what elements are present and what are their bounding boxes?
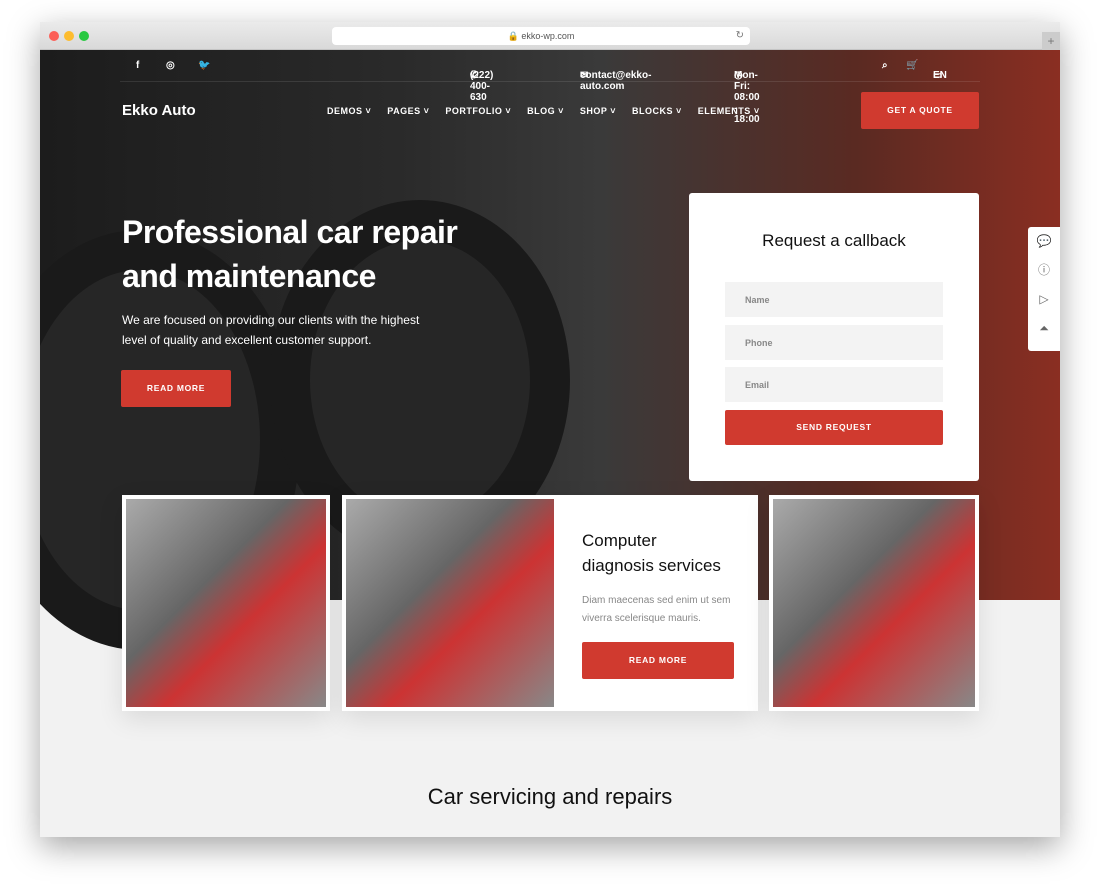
search-icon[interactable]: ⌕	[882, 60, 888, 71]
send-request-button[interactable]: SEND REQUEST	[725, 410, 943, 445]
address-bar[interactable]: 🔒 ekko-wp.com ↻	[332, 27, 750, 45]
name-input[interactable]: Name	[725, 282, 943, 317]
url-text: ekko-wp.com	[521, 31, 575, 41]
new-tab-button[interactable]: +	[1042, 32, 1060, 50]
wheel-alignment-image	[773, 499, 975, 707]
reload-icon[interactable]: ↻	[736, 27, 744, 45]
logo[interactable]: Ekko Auto	[122, 102, 196, 119]
nav-elements[interactable]: ELEMENTS ˅	[698, 106, 760, 116]
flask-icon[interactable]: ⏶	[1028, 314, 1060, 343]
facebook-icon[interactable]: f	[136, 60, 139, 71]
instagram-icon[interactable]: ◎	[166, 60, 175, 71]
language-label: EN	[933, 70, 947, 81]
nav-blocks[interactable]: BLOCKS ˅	[632, 106, 682, 116]
feature-title: Computer diagnosis services	[582, 531, 721, 575]
browser-window: 🔒 ekko-wp.com ↻ + f ◎ 🐦 ✆ (222) 400-630 ✉…	[40, 22, 1060, 837]
mechanic-image	[126, 499, 326, 707]
get-a-quote-button[interactable]: GET A QUOTE	[861, 92, 979, 129]
minimize-window-button[interactable]	[64, 31, 74, 41]
phone-input[interactable]: Phone	[725, 325, 943, 360]
info-icon[interactable]: ⓘ	[1028, 256, 1060, 285]
play-icon[interactable]: ▷	[1028, 285, 1060, 314]
zoom-window-button[interactable]	[79, 31, 89, 41]
main-nav: DEMOS ˅ PAGES ˅ PORTFOLIO ˅ BLOG ˅ SHOP …	[327, 106, 760, 116]
mechanic-laptop-image	[346, 499, 554, 707]
phone-number[interactable]: (222) 400-630	[470, 70, 493, 103]
chat-icon[interactable]: 💬	[1028, 227, 1060, 256]
nav-pages[interactable]: PAGES ˅	[387, 106, 429, 116]
side-toolbar: 💬 ⓘ ▷ ⏶	[1028, 227, 1060, 351]
nav-portfolio[interactable]: PORTFOLIO ˅	[445, 106, 511, 116]
browser-toolbar: 🔒 ekko-wp.com ↻ +	[40, 22, 1060, 50]
nav-demos[interactable]: DEMOS ˅	[327, 106, 371, 116]
hero-subtitle: We are focused on providing our clients …	[122, 313, 420, 347]
service-card-1[interactable]	[122, 495, 330, 711]
top-bar: f ◎ 🐦 ✆ (222) 400-630 ✉ contact@ekko-aut…	[120, 50, 980, 125]
close-window-button[interactable]	[49, 31, 59, 41]
lock-icon: 🔒	[507, 31, 519, 41]
callback-form: Request a callback Name Phone Email SEND…	[689, 193, 979, 481]
nav-blog[interactable]: BLOG ˅	[527, 106, 564, 116]
feature-read-more-button[interactable]: READ MORE	[582, 642, 734, 679]
twitter-icon[interactable]: 🐦	[198, 60, 210, 71]
hero-title: Professional car repair and maintenance	[122, 214, 458, 294]
form-title: Request a callback	[762, 231, 906, 250]
email-input[interactable]: Email	[725, 367, 943, 402]
section-title: Car servicing and repairs	[427, 784, 673, 809]
hero-read-more-button[interactable]: READ MORE	[121, 370, 231, 407]
hours-text: Mon-Fri: 08:00 - 18:00	[734, 70, 760, 125]
nav-shop[interactable]: SHOP ˅	[580, 106, 616, 116]
feature-description: Diam maecenas sed enim ut sem viverra sc…	[582, 595, 731, 624]
cart-icon[interactable]: 🛒	[906, 60, 918, 71]
email-link[interactable]: contact@ekko-auto.com	[580, 70, 651, 92]
service-card-3[interactable]	[769, 495, 979, 711]
